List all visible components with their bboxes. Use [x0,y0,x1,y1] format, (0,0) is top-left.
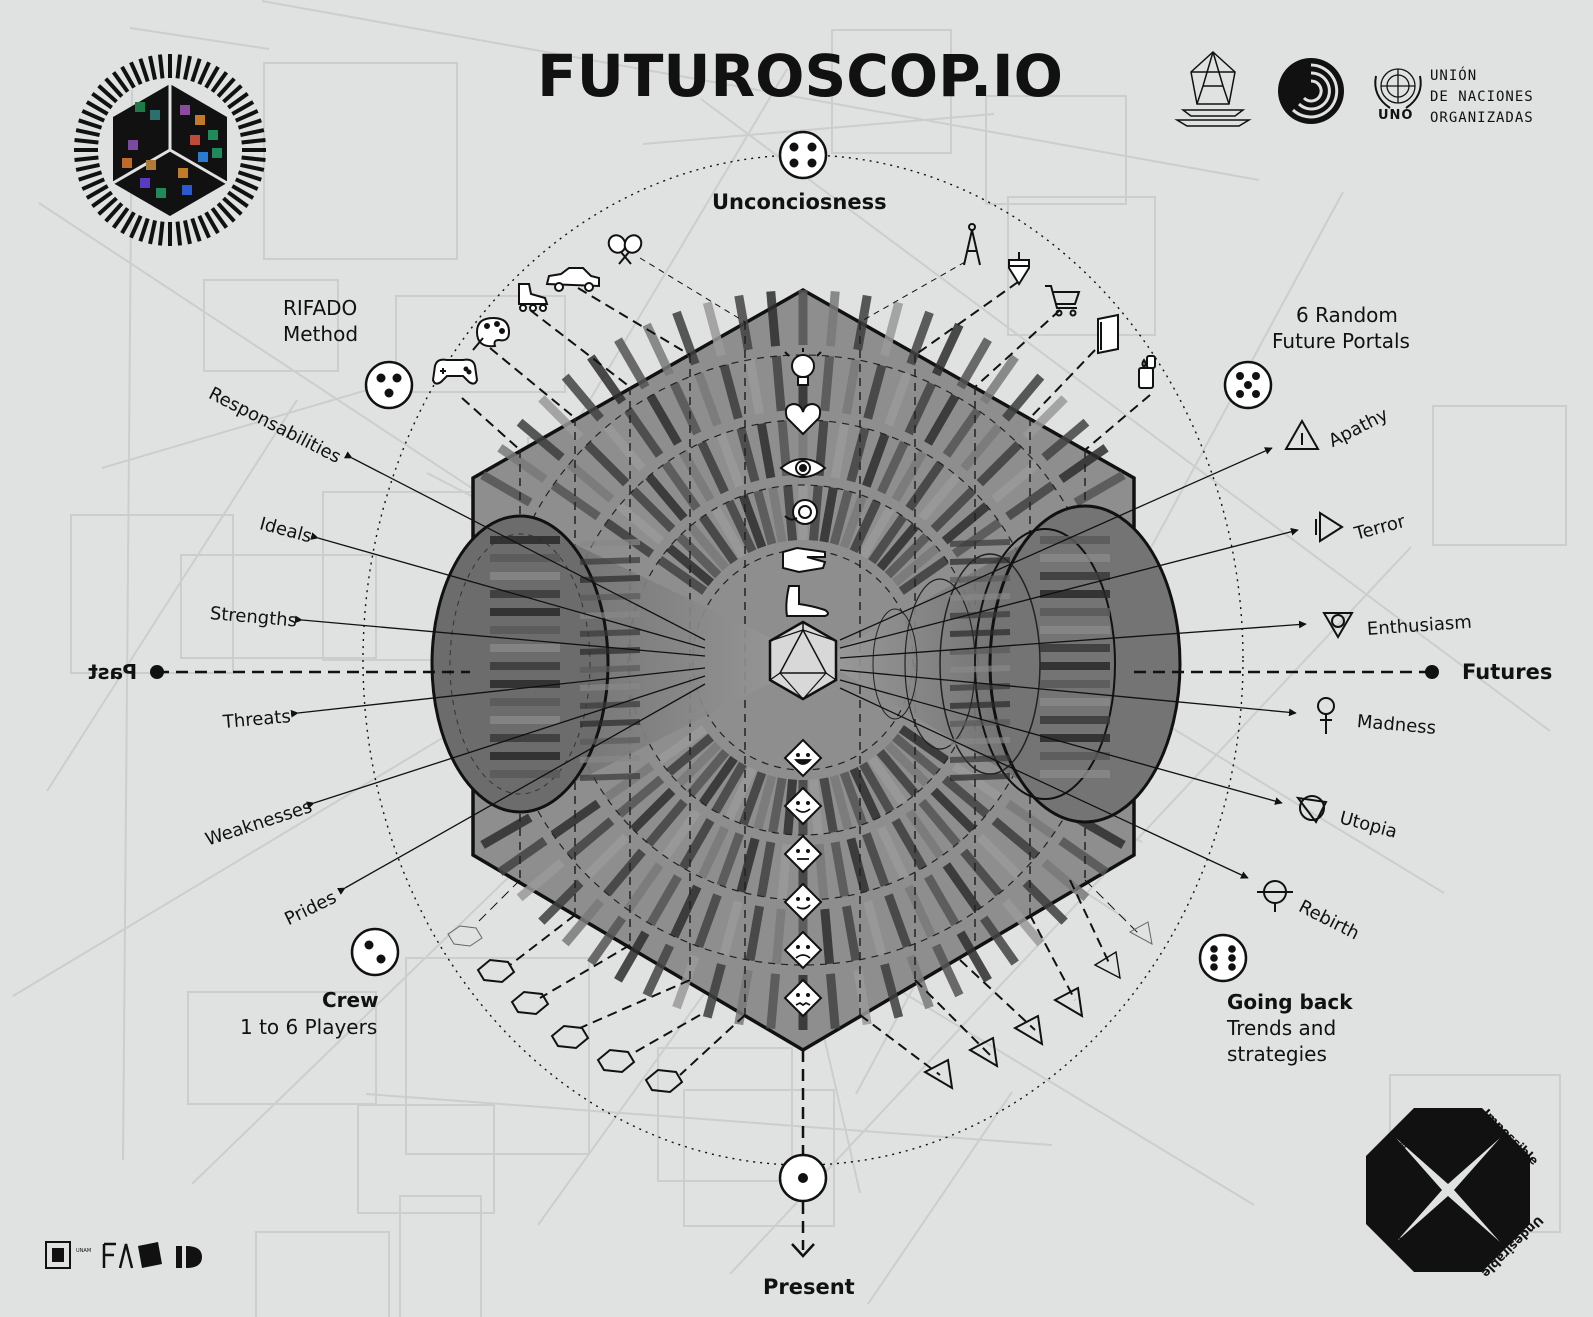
axis-label-top: Unconciosness [712,190,887,214]
apathy-icon [1284,418,1320,450]
axis-label-bottom: Present [763,1275,855,1299]
org-badge: UNO [1378,108,1414,123]
die-five-portals [1223,360,1273,410]
spinning-top-icon [1008,252,1030,286]
crew-note-sub: 1 to 6 Players [240,1015,378,1039]
book-icon [1097,313,1119,355]
gamepad-icon [431,358,479,385]
institution-logos: UNAM [45,1241,202,1269]
going-back-sub2: strategies [1227,1042,1327,1066]
axis-label-left: Past [88,660,138,684]
crew-note-title: Crew [322,988,379,1012]
terror-icon [1315,511,1344,543]
portals-note-line1: 6 Random [1296,303,1398,327]
organization-name: UNIÓN DE NACIONES ORGANIZADAS [1430,66,1534,129]
palette-icon [472,316,511,351]
lighter-icon [1138,355,1156,389]
org-line-3: ORGANIZADAS [1430,110,1534,126]
page-title: FUTUROSCOP.IO [537,42,1063,110]
un-emblem-icon [1374,68,1422,109]
maracas-icon [607,234,643,265]
svg-text:UNAM: UNAM [76,1248,91,1254]
rollerskate-icon [518,283,549,312]
axis-label-right: Futures [1462,660,1553,684]
die-three-rifado [364,360,414,410]
spiral-logo [1278,58,1344,124]
rifado-note-line2: Method [283,322,359,346]
die-two-crew [350,927,400,977]
cart-icon [1045,285,1081,317]
die-one-present [778,1153,828,1203]
car-icon [545,267,600,292]
org-line-1: UNIÓN [1430,68,1478,84]
rifado-note-line1: RIFADO [283,296,358,320]
die-six-going-back [1198,933,1248,983]
portals-note-line2: Future Portals [1272,329,1410,353]
futures-endpoint [1425,665,1439,679]
hand-icon [782,546,827,574]
going-back-title: Going back [1227,990,1353,1014]
compass-icon [963,223,981,266]
rebirth-icon [1257,880,1293,912]
madness-icon [1317,697,1335,734]
past-endpoint [150,665,164,679]
crystal-logo [1174,50,1252,127]
mini-board-logo [74,54,266,246]
die-four-top [778,130,828,180]
org-line-2: DE NACIONES [1430,89,1534,105]
going-back-sub1: Trends and [1227,1016,1337,1040]
